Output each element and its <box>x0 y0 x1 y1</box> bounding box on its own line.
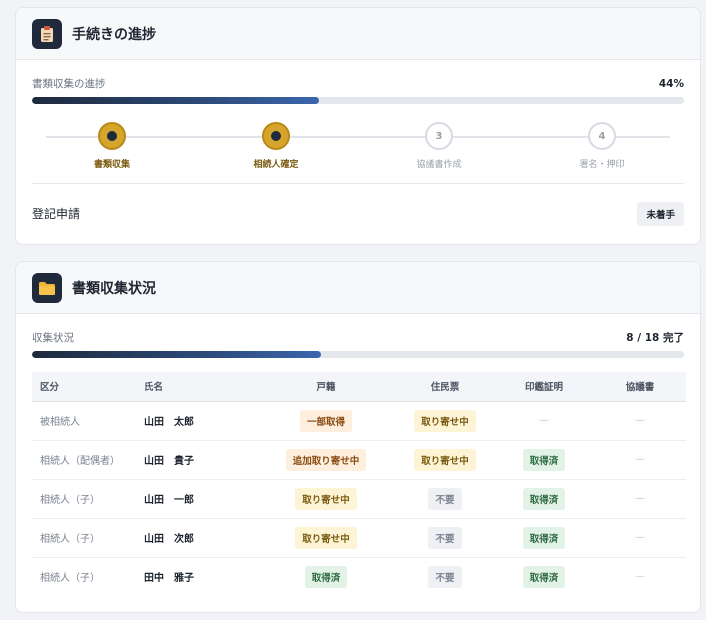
step-complete-marker <box>262 122 290 150</box>
registration-status-badge: 未着手 <box>637 202 684 226</box>
cell-kyogisho: — <box>594 557 686 596</box>
cell-inkan: 取得済 <box>494 518 594 558</box>
documents-progress-fill <box>32 351 322 358</box>
cell-inkan: — <box>494 401 594 441</box>
status-badge: 一部取得 <box>299 409 352 432</box>
table-row[interactable]: 相続人（配偶者） 山田 貴子 追加取り寄せ中 取り寄せ中 取得済 — <box>32 440 686 480</box>
procedure-card: 手続きの進捗 書類収集の進捗 44% 書類収集 相続人確定 3 協議書作成 4 … <box>15 7 701 245</box>
column-header-inkan: 印鑑証明 <box>494 372 594 402</box>
procedure-progress-row: 書類収集の進捗 44% <box>32 76 684 91</box>
cell-juminhyo: 取り寄せ中 <box>396 401 494 441</box>
documents-progress-value: 8 / 18 完了 <box>626 332 684 344</box>
status-badge: 取得済 <box>522 487 566 510</box>
status-badge: 取り寄せ中 <box>295 526 357 549</box>
step-label: 書類収集 <box>93 160 130 170</box>
status-badge: 取り寄せ中 <box>414 409 476 432</box>
cell-kyogisho: — <box>594 440 686 480</box>
documents-table: 区分 氏名 戸籍 住民票 印鑑証明 協議書 被相続人 山田 太郎 一部取得 取り… <box>32 372 686 596</box>
documents-progress-bar <box>32 351 684 358</box>
status-badge: 取り寄せ中 <box>295 487 357 510</box>
step-number-marker: 4 <box>588 122 616 150</box>
table-row[interactable]: 被相続人 山田 太郎 一部取得 取り寄せ中 — — <box>32 401 686 441</box>
cell-inkan: 取得済 <box>494 557 594 596</box>
step-complete-marker <box>98 122 126 150</box>
cell-juminhyo: 取り寄せ中 <box>396 440 494 480</box>
cell-kubun: 被相続人 <box>32 401 136 441</box>
documents-title: 書類収集状況 <box>72 280 156 297</box>
cell-kyogisho: — <box>594 479 686 519</box>
step-number-marker: 3 <box>425 122 453 150</box>
column-header-koseki: 戸籍 <box>256 372 396 402</box>
cell-koseki: 取り寄せ中 <box>256 518 396 558</box>
procedure-card-header: 手続きの進捗 <box>16 8 700 60</box>
cell-name: 山田 貴子 <box>136 440 256 480</box>
empty-dash: — <box>635 493 645 504</box>
step-heir-confirmed[interactable]: 相続人確定 <box>216 122 336 170</box>
cell-koseki: 取得済 <box>256 557 396 596</box>
procedure-divider <box>32 183 684 184</box>
table-row[interactable]: 相続人（子） 山田 次郎 取り寄せ中 不要 取得済 — <box>32 518 686 558</box>
cell-name: 山田 太郎 <box>136 401 256 441</box>
cell-kubun: 相続人（配偶者） <box>32 440 136 480</box>
step-agreement-draft[interactable]: 3 協議書作成 <box>379 122 499 170</box>
cell-inkan: 取得済 <box>494 479 594 519</box>
column-header-juminhyo: 住民票 <box>396 372 494 402</box>
cell-koseki: 追加取り寄せ中 <box>256 440 396 480</box>
empty-dash: — <box>635 571 645 583</box>
cell-koseki: 一部取得 <box>256 401 396 441</box>
step-sign-seal[interactable]: 4 署名・押印 <box>542 122 662 170</box>
status-badge: 不要 <box>428 526 462 549</box>
cell-kyogisho: — <box>594 401 686 441</box>
status-badge: 取得済 <box>522 565 566 588</box>
step-label: 協議書作成 <box>416 160 462 170</box>
status-badge: 不要 <box>428 487 462 510</box>
cell-juminhyo: 不要 <box>396 479 494 519</box>
clipboard-icon <box>32 18 62 49</box>
documents-progress-label: 収集状況 <box>32 332 74 344</box>
step-label: 相続人確定 <box>253 160 299 170</box>
documents-progress-row: 収集状況 8 / 18 完了 <box>32 330 684 345</box>
column-header-kyogisho: 協議書 <box>594 372 686 402</box>
procedure-progress-label: 書類収集の進捗 <box>32 78 106 90</box>
registration-label: 登記申請 <box>32 207 81 221</box>
empty-dash: — <box>635 532 645 543</box>
procedure-progress-value: 44% <box>658 77 684 90</box>
cell-juminhyo: 不要 <box>396 557 494 596</box>
cell-name: 田中 雅子 <box>144 573 194 585</box>
status-badge: 取り寄せ中 <box>414 448 476 471</box>
cell-kyogisho: — <box>594 518 686 558</box>
cell-juminhyo: 不要 <box>396 518 494 558</box>
documents-card-header: 書類収集状況 <box>16 262 700 314</box>
column-header-kubun: 区分 <box>32 372 136 402</box>
cell-name: 山田 一郎 <box>136 479 256 519</box>
procedure-title: 手続きの進捗 <box>72 26 156 43</box>
table-header-row: 区分 氏名 戸籍 住民票 印鑑証明 協議書 <box>32 372 686 402</box>
column-header-name: 氏名 <box>136 372 256 402</box>
folder-icon <box>32 272 62 303</box>
cell-inkan: 取得済 <box>494 440 594 480</box>
procedure-progress-fill <box>32 97 319 104</box>
cell-koseki: 取り寄せ中 <box>256 479 396 519</box>
cell-kubun: 相続人（子） <box>32 479 136 519</box>
cell-kubun: 相続人（子） <box>40 573 100 585</box>
status-badge: 取得済 <box>522 526 566 549</box>
status-badge: 取得済 <box>304 565 348 588</box>
table-row[interactable]: 相続人（子） 田中 雅子 取得済 不要 取得済 — <box>32 557 686 596</box>
cell-kubun: 相続人（子） <box>32 518 136 558</box>
procedure-steps: 書類収集 相続人確定 3 協議書作成 4 署名・押印 <box>32 122 684 172</box>
status-badge: 追加取り寄せ中 <box>285 448 367 471</box>
table-row[interactable]: 相続人（子） 山田 一郎 取り寄せ中 不要 取得済 — <box>32 479 686 519</box>
status-badge: 取得済 <box>522 448 566 471</box>
step-label: 署名・押印 <box>579 160 625 170</box>
step-document-collection[interactable]: 書類収集 <box>52 122 172 170</box>
cell-name: 山田 次郎 <box>136 518 256 558</box>
procedure-progress-bar <box>32 97 684 104</box>
status-badge: 不要 <box>428 565 462 588</box>
empty-dash: — <box>635 454 645 465</box>
empty-dash: — <box>539 415 549 426</box>
documents-card: 書類収集状況 収集状況 8 / 18 完了 区分 氏名 戸籍 住民票 印鑑証明 … <box>15 261 701 613</box>
empty-dash: — <box>635 415 645 426</box>
